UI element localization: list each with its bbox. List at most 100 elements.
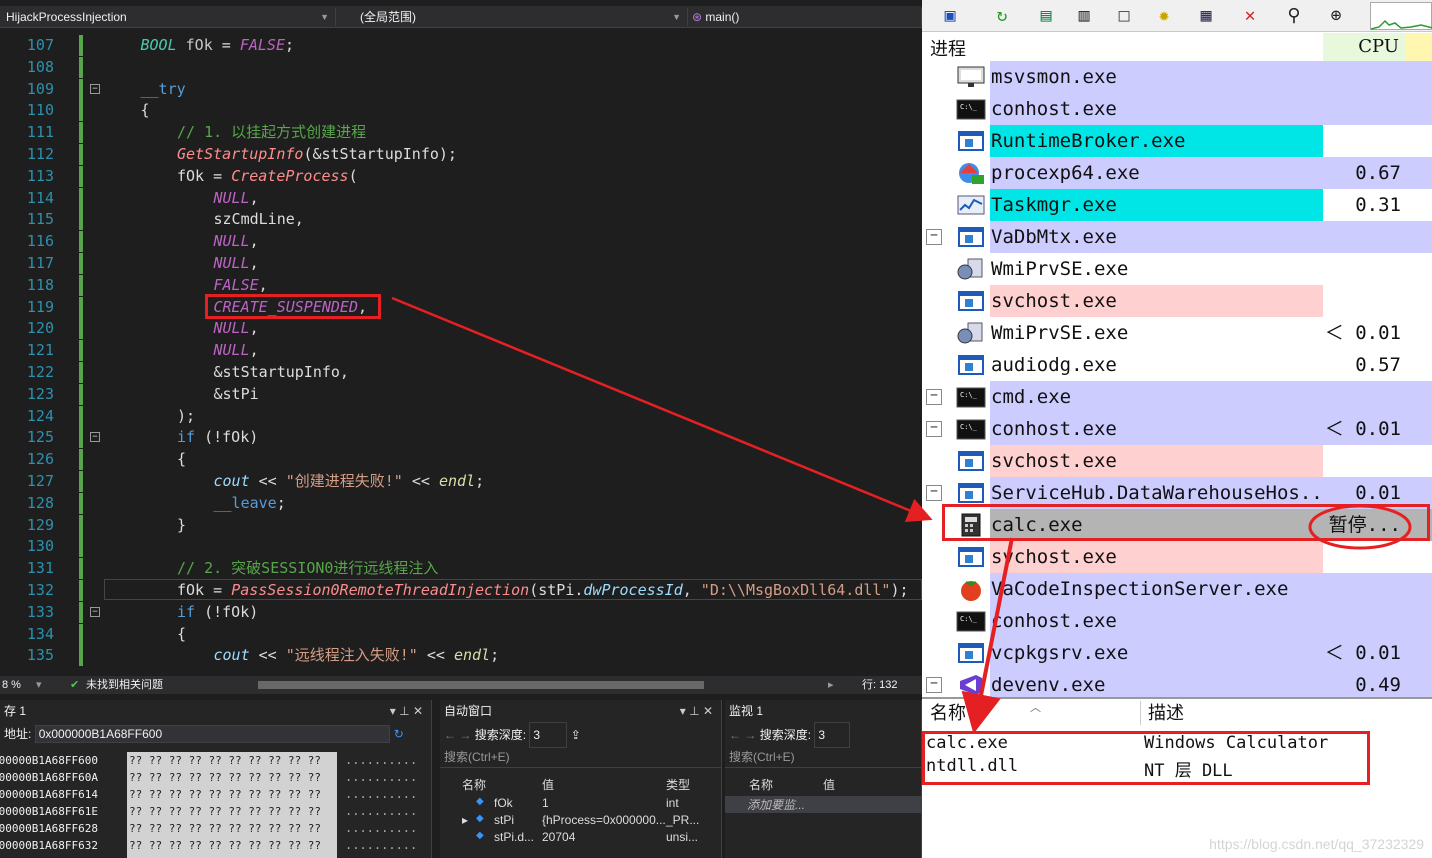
memory-row[interactable]: 000000B1A68FF614 ?? ?? ?? ?? ?? ?? ?? ?? … (0, 786, 431, 803)
expand-icon[interactable]: ▸ (462, 813, 468, 827)
memory-row[interactable]: 000000B1A68FF628 ?? ?? ?? ?? ?? ?? ?? ?? … (0, 820, 431, 837)
process-row[interactable]: svchost.exe (922, 285, 1432, 317)
code-line[interactable]: 119 CREATE_SUSPENDED, (0, 296, 922, 318)
code-line[interactable]: 134 { (0, 623, 922, 645)
memory-row[interactable]: 000000B1A68FF600 ?? ?? ?? ?? ?? ?? ?? ?? … (0, 752, 431, 769)
code-line[interactable]: 116 NULL, (0, 231, 922, 253)
handle-view-icon[interactable]: ▦ (1192, 2, 1220, 28)
code-line[interactable]: 111 // 1. 以挂起方式创建进程 (0, 122, 922, 144)
process-row[interactable]: − C:\_ cmd.exe (922, 381, 1432, 413)
col-next[interactable] (1405, 33, 1432, 61)
target-icon[interactable]: ⊕ (1322, 2, 1350, 28)
collapse-icon[interactable]: − (926, 677, 942, 693)
memory-row[interactable]: 000000B1A68FF632 ?? ?? ?? ?? ?? ?? ?? ?? … (0, 837, 431, 854)
code-line[interactable]: 124); (0, 405, 922, 427)
col-name[interactable]: 名称 (930, 701, 966, 727)
col-type[interactable]: 类型 (666, 776, 690, 794)
chevron-down-icon[interactable]: ▾ (36, 676, 42, 694)
project-dropdown[interactable]: HijackProcessInjection ▼ (0, 8, 336, 26)
add-watch-item[interactable]: 添加要监... (725, 796, 921, 813)
depth-select[interactable]: 3 (814, 722, 851, 748)
collapse-icon[interactable]: − (90, 432, 100, 443)
memory-row[interactable]: 000000B1A68FF60A ?? ?? ?? ?? ?? ?? ?? ?? … (0, 769, 431, 786)
collapse-icon[interactable]: − (926, 229, 942, 245)
code-line[interactable]: 130 (0, 536, 922, 558)
close-icon[interactable]: ▾ ⊥ ✕ (680, 700, 713, 722)
depth-select[interactable]: 3 (529, 722, 568, 748)
col-value[interactable]: 值 (823, 776, 835, 794)
properties-icon[interactable]: ▥ (1070, 2, 1098, 28)
code-line[interactable]: 110 { (0, 100, 922, 122)
process-row[interactable]: RuntimeBroker.exe (922, 125, 1432, 157)
autos-search-input[interactable]: 搜索(Ctrl+E) (440, 746, 721, 768)
pin-icon[interactable]: ⇪ (571, 728, 581, 742)
kill-process-icon[interactable]: ✕ (1236, 2, 1264, 28)
code-line[interactable]: 115 szCmdLine, (0, 209, 922, 231)
back-forward-icon[interactable]: ← → (444, 728, 471, 742)
zoom-level[interactable]: 8 % (2, 676, 21, 694)
process-row[interactable]: ＜ 0.01 vcpkgsrv.exe (922, 637, 1432, 669)
collapse-icon[interactable]: − (926, 389, 942, 405)
collapse-icon[interactable]: − (90, 83, 100, 94)
col-process[interactable]: 进程 (930, 35, 966, 61)
process-row[interactable]: C:\_ conhost.exe (922, 93, 1432, 125)
col-value[interactable]: 值 (542, 776, 554, 794)
code-line[interactable]: 113 fOk = CreateProcess( (0, 165, 922, 187)
cpu-graph[interactable] (1370, 2, 1432, 30)
autos-row[interactable]: ◆ fOk 1 int (440, 796, 721, 813)
code-line[interactable]: 122 &stStartupInfo, (0, 362, 922, 383)
code-line[interactable]: 135 cout << "远线程注入失败!" << endl; (0, 645, 922, 667)
save-icon[interactable]: ▣ (936, 2, 964, 28)
process-row[interactable]: VaCodeInspectionServer.exe (922, 573, 1432, 605)
code-line[interactable]: 108 (0, 56, 922, 78)
code-line[interactable]: 132 fOk = PassSession0RemoteThreadInjecti… (0, 580, 922, 601)
autos-row[interactable]: ▸ ◆ stPi {hProcess=0x000000... _PR... (440, 813, 721, 830)
code-line[interactable]: 112 GetStartupInfo(&stStartupInfo); (0, 144, 922, 165)
code-line[interactable]: 125 − if (!fOk) (0, 427, 922, 449)
collapse-icon[interactable]: − (926, 485, 942, 501)
memory-row[interactable]: 000000B1A68FF63C ?? ?? ?? ?? ?? ?? ?? ?? … (0, 854, 431, 858)
find-icon[interactable]: ⚲ (1280, 2, 1308, 28)
process-row[interactable]: ＜ 0.01 WmiPrvSE.exe (922, 317, 1432, 349)
code-editor[interactable]: 107 BOOL fOk = FALSE; 108 109 − __try 110 {111 /… (0, 28, 922, 676)
process-row[interactable]: 0.31 Taskmgr.exe (922, 189, 1432, 221)
issues-status[interactable]: 未找到相关问题 (86, 676, 163, 694)
close-icon[interactable]: ▾ ⊥ ✕ (390, 700, 423, 722)
process-row[interactable]: WmiPrvSE.exe (922, 253, 1432, 285)
collapse-icon[interactable]: − (90, 606, 100, 617)
watch-search-input[interactable]: 搜索(Ctrl+E) (725, 746, 921, 768)
horizontal-scrollbar[interactable] (258, 681, 704, 689)
code-line[interactable]: 129} (0, 514, 922, 536)
memory-row[interactable]: 000000B1A68FF61E ?? ?? ?? ?? ?? ?? ?? ?? … (0, 803, 431, 820)
window-icon[interactable]: □ (1110, 2, 1138, 28)
code-line[interactable]: 128 __leave; (0, 492, 922, 514)
col-description[interactable]: 描述 (1148, 701, 1184, 727)
code-line[interactable]: 123 &stPi (0, 383, 922, 405)
process-row[interactable]: − VaDbMtx.exe (922, 221, 1432, 253)
col-cpu[interactable]: CPU (1323, 33, 1405, 61)
process-row[interactable]: 0.67 procexp64.exe (922, 157, 1432, 189)
process-row[interactable]: svchost.exe (922, 445, 1432, 477)
back-forward-icon[interactable]: ← → (729, 728, 756, 742)
code-line[interactable]: 117 NULL, (0, 253, 922, 274)
collapse-icon[interactable]: − (926, 421, 942, 437)
code-line[interactable]: 133 − if (!fOk) (0, 601, 922, 623)
col-name[interactable]: 名称 (462, 776, 486, 794)
process-row[interactable]: msvsmon.exe (922, 61, 1432, 93)
code-line[interactable]: 127 cout << "创建进程失败!" << endl; (0, 471, 922, 492)
code-line[interactable]: 126 { (0, 449, 922, 471)
dll-view-icon[interactable]: ✹ (1150, 2, 1178, 28)
code-line[interactable]: 121 NULL, (0, 340, 922, 362)
code-line[interactable]: 120 NULL, (0, 318, 922, 340)
code-line[interactable]: 107 BOOL fOk = FALSE; (0, 35, 922, 56)
process-row[interactable]: 0.57 audiodg.exe (922, 349, 1432, 381)
code-line[interactable]: 114 NULL, (0, 187, 922, 209)
code-line[interactable]: 118 FALSE, (0, 274, 922, 296)
autos-row[interactable]: ◆ stPi.d... 20704 unsi... (440, 830, 721, 847)
refresh-icon[interactable]: ↻ (988, 2, 1016, 28)
refresh-icon[interactable]: ↻ (394, 727, 404, 741)
function-dropdown[interactable]: ⊛ main() (688, 8, 922, 26)
code-line[interactable]: 109 − __try (0, 78, 922, 100)
code-line[interactable]: 131 // 2. 突破SESSION0进行远线程注入 (0, 558, 922, 580)
col-name[interactable]: 名称 (749, 776, 773, 794)
